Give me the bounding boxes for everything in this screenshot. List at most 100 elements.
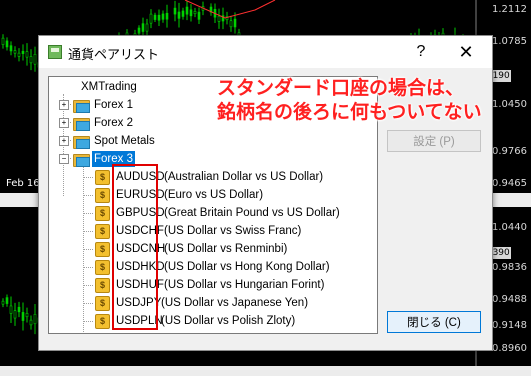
candle-body [33,314,37,325]
candle-body [1,300,5,305]
candle-body [177,11,181,19]
help-button[interactable]: ? [409,40,433,64]
candle-body [13,310,17,319]
symbol-row-usdhuf[interactable]: $ USDHUF (US Dollar vs Hungarian Forint) [49,276,375,294]
chart-bottom-panel [0,366,531,376]
tree-connector [83,321,93,322]
symbol-row-usdchf[interactable]: $ USDCHF (US Dollar vs Swiss Franc) [49,222,375,240]
tree-group-spot-metals[interactable]: + Spot Metals [49,132,349,150]
currency-icon: $ [95,206,110,221]
candle-body [229,20,233,28]
currency-icon: $ [95,188,110,203]
candle-body [5,40,9,48]
symbol-description: (US Dollar vs Hong Kong Dollar) [164,261,330,273]
candle-body [165,12,169,20]
symbol-description: (Great Britain Pound vs US Dollar) [164,207,340,219]
dialog-title: 通貨ペアリスト [68,47,160,62]
candle-body [157,14,161,21]
symbol-row-usdcnh[interactable]: $ USDCNH (US Dollar vs Renminbi) [49,240,375,258]
annotation-callout: スタンダード口座の場合は、 銘柄名の後ろに何もついてない [217,77,513,125]
close-button[interactable]: 閉じる (C) [387,311,481,333]
candle-body [233,18,237,28]
candle-body [25,51,29,58]
symbol-description: (US Dollar vs Japanese Yen) [161,297,309,309]
price-label: 0.9766 [492,146,527,157]
symbol-row-usdjpy[interactable]: $ USDJPY (US Dollar vs Japanese Yen) [49,294,375,312]
price-label: 1.0785 [492,36,527,47]
symbol-description: (US Dollar vs Swiss Franc) [164,225,302,237]
candle-body [21,312,25,321]
symbol-name-highlight-box [112,164,158,330]
annotation-line-2: 銘柄名の後ろに何もついてない [217,102,482,123]
candle-body [29,56,33,64]
tree-group-forex-3[interactable]: − Forex 3 [49,150,349,168]
expand-icon[interactable]: + [59,118,69,128]
currency-icon: $ [95,260,110,275]
tree-connector [83,285,93,286]
price-label: 1.2112 [492,4,527,15]
candle-body [149,13,153,24]
dialog-titlebar[interactable]: 通貨ペアリスト ? ✕ [39,36,492,68]
currency-icon: $ [95,242,110,257]
candle-body [21,50,25,54]
folder-icon [73,152,90,167]
group-label: Forex 2 [94,117,133,129]
candle-body [173,7,177,15]
candle-body [29,319,33,326]
group-label: Forex 1 [94,99,133,111]
price-label: 0.9465 [492,178,527,189]
candle-body [17,52,21,57]
collapse-icon[interactable]: − [59,154,69,164]
symbol-description: (Australian Dollar vs US Dollar) [164,171,324,183]
candle-body [13,50,17,54]
symbol-row-usdpln[interactable]: $ USDPLN (US Dollar vs Polish Zloty) [49,312,375,330]
group-label: Spot Metals [94,135,155,147]
close-window-button[interactable]: ✕ [452,40,480,64]
candle-body [145,23,149,32]
candle-body [161,13,165,20]
candle-body [193,10,197,15]
symbol-row-eurusd[interactable]: $ EURUSD (Euro vs US Dollar) [49,186,375,204]
candle-body [181,10,185,17]
tree-connector [83,303,93,304]
candle-body [9,305,13,314]
currency-icon: $ [95,224,110,239]
folder-icon [73,98,90,113]
currency-icon: $ [95,170,110,185]
candle-body [25,313,29,318]
currency-icon: $ [95,278,110,293]
symbol-description: (US Dollar vs Polish Zloty) [161,315,296,327]
expand-icon[interactable]: + [59,136,69,146]
symbol-row-gbpusd[interactable]: $ GBPUSD (Great Britain Pound vs US Doll… [49,204,375,222]
app-icon [48,45,62,59]
settings-button[interactable]: 設定 (P) [387,130,481,152]
currency-icon: $ [95,314,110,329]
tree-connector [83,249,93,250]
candle-body [137,27,141,34]
candle-body [197,11,201,20]
annotation-line-1: スタンダード口座の場合は、 [217,78,465,99]
price-label: 0.9148 [492,320,527,331]
symbol-row-audusd[interactable]: $ AUDUSD (Australian Dollar vs US Dollar… [49,168,375,186]
folder-icon [73,116,90,131]
folder-icon [73,134,90,149]
tree-connector [83,267,93,268]
candle-body [185,6,189,15]
symbol-description: (US Dollar vs Renminbi) [164,243,288,255]
tree-connector [83,213,93,214]
tree-root-xmtrading[interactable]: XMTrading [79,79,139,97]
chart-date-label: Feb 16 [6,178,40,189]
symbol-description: (Euro vs US Dollar) [164,189,264,201]
tree-connector [83,231,93,232]
expand-icon[interactable]: + [59,100,69,110]
candle-body [5,297,9,304]
symbol-row-usdhkd[interactable]: $ USDHKD (US Dollar vs Hong Kong Dollar) [49,258,375,276]
currency-icon: $ [95,296,110,311]
tree-root-label: XMTrading [81,81,137,93]
candle-body [153,14,157,20]
candle-body [189,9,193,17]
price-label: 0.8960 [492,343,527,354]
candle-body [9,45,13,52]
candle-body [1,37,5,45]
candle-body [217,15,221,22]
